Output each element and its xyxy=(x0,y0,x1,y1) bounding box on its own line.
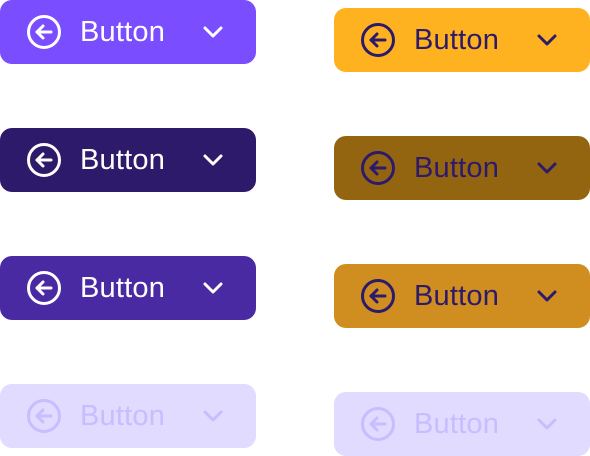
chevron-down-icon xyxy=(534,411,560,437)
arrow-left-circle-icon xyxy=(360,150,396,186)
button-label: Button xyxy=(414,279,500,312)
arrow-left-circle-icon xyxy=(360,22,396,58)
orange-button-pressed[interactable]: Button xyxy=(334,136,590,200)
chevron-down-icon xyxy=(534,283,560,309)
chevron-down-icon xyxy=(200,19,226,45)
arrow-left-circle-icon xyxy=(26,142,62,178)
button-label: Button xyxy=(414,23,500,56)
button-label: Button xyxy=(80,271,166,304)
chevron-down-icon xyxy=(200,147,226,173)
purple-button-hover[interactable]: Button xyxy=(0,256,256,320)
button-label: Button xyxy=(414,151,500,184)
purple-button-disabled[interactable]: Button xyxy=(0,384,256,448)
button-label: Button xyxy=(80,143,166,176)
orange-button-hover[interactable]: Button xyxy=(334,264,590,328)
button-label: Button xyxy=(414,407,500,440)
arrow-left-circle-icon xyxy=(26,270,62,306)
arrow-left-circle-icon xyxy=(26,398,62,434)
orange-button-disabled[interactable]: Button xyxy=(334,392,590,456)
chevron-down-icon xyxy=(534,155,560,181)
arrow-left-circle-icon xyxy=(360,406,396,442)
button-label: Button xyxy=(80,399,166,432)
arrow-left-circle-icon xyxy=(26,14,62,50)
purple-button-pressed[interactable]: Button xyxy=(0,128,256,192)
button-label: Button xyxy=(80,15,166,48)
chevron-down-icon xyxy=(534,27,560,53)
purple-button-default[interactable]: Button xyxy=(0,0,256,64)
chevron-down-icon xyxy=(200,275,226,301)
arrow-left-circle-icon xyxy=(360,278,396,314)
chevron-down-icon xyxy=(200,403,226,429)
orange-button-default[interactable]: Button xyxy=(334,8,590,72)
